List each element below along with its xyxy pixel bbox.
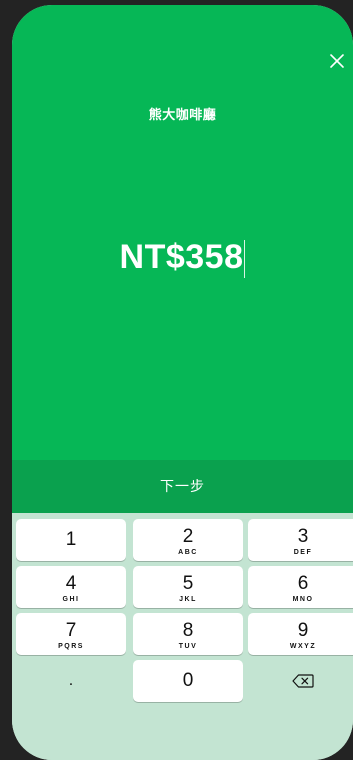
payment-screen: 熊大咖啡廳 NT$358 下一步 1 2 ABC 3 DEF 4 GHI 5 J… [12,5,353,760]
key-digit: 6 [297,573,309,594]
key-decimal-label: . [68,672,74,689]
amount-value: NT$358 [119,238,244,276]
key-5[interactable]: 5 JKL [133,566,243,608]
key-1[interactable]: 1 [16,519,126,561]
key-2[interactable]: 2 ABC [133,519,243,561]
close-button[interactable] [325,49,349,73]
close-icon [330,54,344,68]
key-0[interactable]: 0 [133,660,243,702]
backspace-key[interactable] [248,660,353,702]
key-decimal[interactable]: . [16,660,126,702]
key-letters: MNO [292,596,314,603]
key-digit: 8 [182,620,194,641]
key-8[interactable]: 8 TUV [133,613,243,655]
key-digit: 1 [65,529,77,550]
key-6[interactable]: 6 MNO [248,566,353,608]
key-digit: 7 [65,620,77,641]
key-letters: TUV [178,643,198,650]
key-digit: 4 [65,573,77,594]
key-letters: JKL [179,596,197,603]
key-digit: 0 [182,670,194,691]
amount-display[interactable]: NT$358 [12,235,353,279]
key-3[interactable]: 3 DEF [248,519,353,561]
next-step-button[interactable]: 下一步 [12,460,353,513]
text-caret [244,240,246,279]
numeric-keypad: 1 2 ABC 3 DEF 4 GHI 5 JKL 6 MNO 7 PQRS 8 [12,513,353,760]
key-digit: 5 [182,573,194,594]
key-9[interactable]: 9 WXYZ [248,613,353,655]
key-letters: GHI [62,596,80,603]
merchant-name: 熊大咖啡廳 [148,107,217,122]
key-letters: PQRS [58,643,84,650]
key-digit: 2 [182,526,194,547]
key-digit: 3 [297,526,309,547]
key-letters: WXYZ [289,643,317,650]
key-letters: DEF [293,549,313,556]
key-4[interactable]: 4 GHI [16,566,126,608]
backspace-icon [292,674,314,688]
key-letters: ABC [178,549,198,556]
key-digit: 9 [297,620,309,641]
key-7[interactable]: 7 PQRS [16,613,126,655]
amount-panel: 熊大咖啡廳 NT$358 [12,5,353,460]
